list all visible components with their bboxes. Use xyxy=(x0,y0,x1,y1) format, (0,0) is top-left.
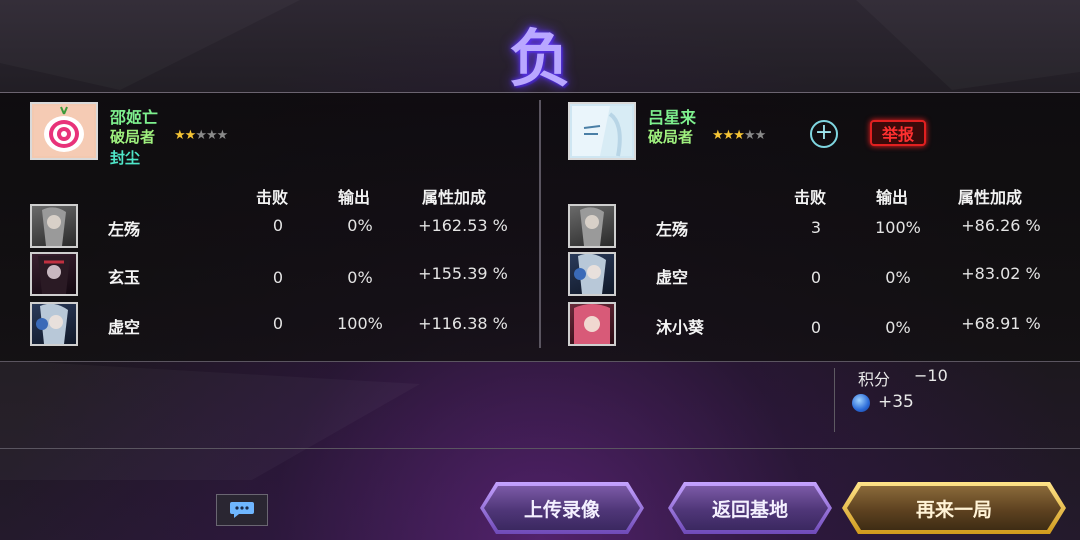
hero-bonus: +86.26 % xyxy=(961,216,1041,235)
hero-bonus: +83.02 % xyxy=(961,264,1041,283)
hero-bonus: +116.38 % xyxy=(418,314,508,333)
report-button[interactable]: 举报 xyxy=(870,120,926,146)
hero-portrait-icon[interactable] xyxy=(30,204,78,248)
hero-portrait-icon[interactable] xyxy=(30,302,78,346)
hero-output: 0% xyxy=(347,216,373,235)
right-player-avatar[interactable] xyxy=(568,102,636,160)
hero-output: 100% xyxy=(875,218,921,237)
right-player-stars: ★★★★★ xyxy=(712,128,766,143)
score-value: −10 xyxy=(914,366,948,385)
left-player-avatar[interactable] xyxy=(30,102,98,160)
hero-name: 左殇 xyxy=(656,220,689,239)
hero-kills: 0 xyxy=(810,318,822,337)
hero-bonus: +68.91 % xyxy=(961,314,1041,333)
left-header-kills: 击败 xyxy=(256,188,289,207)
hero-portrait-icon[interactable] xyxy=(30,252,78,296)
score-divider xyxy=(834,368,835,432)
hero-output: 100% xyxy=(337,314,383,333)
hero-bonus: +162.53 % xyxy=(418,216,508,235)
right-header-bonus: 属性加成 xyxy=(958,188,1023,207)
hero-kills: 0 xyxy=(272,216,284,235)
gem-value: +35 xyxy=(878,392,914,412)
defeat-title: 负 xyxy=(508,22,571,95)
right-player-name: 吕星来 xyxy=(648,108,697,127)
chat-button[interactable] xyxy=(216,494,268,526)
right-header-output: 输出 xyxy=(876,188,909,207)
hero-kills: 3 xyxy=(810,218,822,237)
hero-kills: 0 xyxy=(272,314,284,333)
hero-kills: 0 xyxy=(272,268,284,287)
star-filled-icon: ★★★ xyxy=(712,128,745,143)
return-base-button[interactable]: 返回基地 xyxy=(672,486,828,530)
panel-divider xyxy=(539,100,541,348)
hero-kills: 0 xyxy=(810,268,822,287)
right-header-kills: 击败 xyxy=(794,188,827,207)
pale-character-avatar-icon xyxy=(572,106,632,157)
left-header-bonus: 属性加成 xyxy=(422,188,487,207)
bottom-divider xyxy=(0,448,1080,449)
left-player-stars: ★★★★★ xyxy=(174,128,228,143)
hero-name: 左殇 xyxy=(108,220,141,239)
hero-portrait-icon[interactable] xyxy=(568,302,616,346)
gem-icon xyxy=(852,394,870,412)
play-again-button[interactable]: 再来一局 xyxy=(847,486,1061,530)
star-empty-icon: ★★ xyxy=(743,128,766,143)
left-player-name: 邵姬亡 xyxy=(110,108,159,127)
hero-portrait-icon[interactable] xyxy=(568,204,616,248)
right-player-rank: 破局者 xyxy=(648,128,694,146)
hero-bonus: +155.39 % xyxy=(418,264,508,283)
hero-name: 虚空 xyxy=(108,318,141,337)
onion-avatar-icon xyxy=(34,106,94,156)
hero-name: 沐小葵 xyxy=(656,318,705,337)
hero-output: 0% xyxy=(885,318,911,337)
left-player-rank: 破局者 xyxy=(110,128,156,146)
background-shard xyxy=(0,360,420,480)
left-header-output: 输出 xyxy=(338,188,371,207)
score-label: 积分 xyxy=(858,370,891,389)
star-filled-icon: ★★ xyxy=(174,128,196,143)
chat-bubble-icon xyxy=(230,502,254,518)
hero-portrait-icon[interactable] xyxy=(568,252,616,296)
hero-output: 0% xyxy=(347,268,373,287)
upload-replay-button[interactable]: 上传录像 xyxy=(484,486,640,530)
hero-output: 0% xyxy=(885,268,911,287)
star-empty-icon: ★★★ xyxy=(195,128,228,143)
left-player-tag: 封尘 xyxy=(110,149,141,167)
add-friend-button[interactable]: + xyxy=(810,120,838,148)
hero-name: 虚空 xyxy=(656,268,689,287)
hero-name: 玄玉 xyxy=(108,268,141,287)
